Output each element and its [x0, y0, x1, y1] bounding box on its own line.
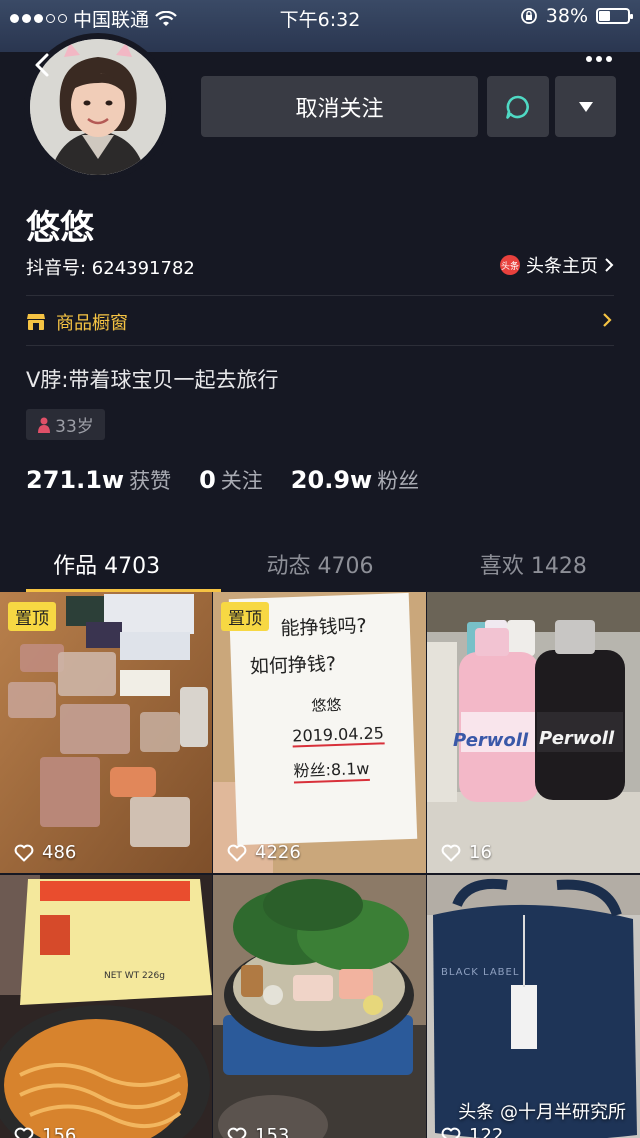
product-brand-label: Perwoll: [453, 730, 529, 751]
video-likes-count: 122: [469, 1125, 504, 1138]
age-text: 33岁: [55, 417, 94, 437]
video-likes-count: 4226: [255, 842, 301, 863]
video-likes: 122: [441, 1125, 503, 1138]
product-brand-label: Perwoll: [539, 728, 615, 749]
back-icon[interactable]: [28, 50, 58, 80]
female-icon: [38, 417, 51, 433]
triangle-down-icon: [578, 101, 593, 112]
video-likes-count: 153: [255, 1125, 290, 1138]
video-likes-count: 16: [469, 842, 492, 863]
more-options-icon[interactable]: [586, 56, 612, 62]
message-button[interactable]: [487, 76, 549, 137]
stats-row: 271.1w 获赞 0 关注 20.9w 粉丝: [26, 465, 447, 495]
note-line: 悠悠: [310, 695, 342, 715]
toutiao-link-label: 头条主页: [526, 256, 598, 277]
watermark-text: 头条 @十月半研究所: [458, 1102, 626, 1123]
followers-label[interactable]: 粉丝: [377, 465, 419, 495]
age-tag: 33岁: [26, 409, 105, 440]
tab-moments[interactable]: 动态 4706: [213, 540, 426, 592]
package-label: NET WT 226g: [104, 971, 165, 981]
video-likes-count: 486: [42, 842, 77, 863]
video-likes: 16: [441, 842, 492, 863]
recommend-dropdown-button[interactable]: [555, 76, 616, 137]
chevron-right-icon: [605, 258, 614, 272]
video-cover-image: [0, 592, 212, 873]
status-bar: 中国联通 下午6:32 38%: [0, 0, 640, 34]
heart-icon: [227, 844, 247, 861]
heart-icon: [227, 1127, 247, 1138]
product-showcase-row[interactable]: 商品橱窗: [26, 300, 614, 344]
video-cover-image: [213, 875, 426, 1138]
note-line: 能挣钱吗?: [280, 614, 368, 640]
shop-icon: [27, 314, 45, 330]
note-line: 如何挣钱?: [249, 652, 337, 678]
video-thumbnail[interactable]: 153: [213, 875, 426, 1138]
battery-icon: [596, 8, 633, 24]
video-likes: 153: [227, 1125, 289, 1138]
following-count[interactable]: 0: [199, 466, 216, 494]
divider: [26, 345, 614, 346]
chevron-right-icon: [603, 313, 612, 327]
video-thumbnail[interactable]: Perwoll Perwoll 16: [427, 592, 640, 873]
handwritten-note: 能挣钱吗? 如何挣钱? 悠悠 2019.04.25 粉丝:8.1w: [248, 609, 424, 785]
heart-icon: [14, 844, 34, 861]
heart-icon: [441, 1127, 461, 1138]
heart-icon: [441, 844, 461, 861]
divider: [26, 295, 614, 296]
tab-likes[interactable]: 喜欢 1428: [427, 540, 640, 592]
unfollow-button[interactable]: 取消关注: [201, 76, 478, 137]
profile-bio: V脖:带着球宝贝一起去旅行: [26, 368, 279, 392]
chat-bubble-icon: [506, 95, 529, 119]
pinned-badge: 置顶: [8, 602, 56, 631]
heart-icon: [14, 1127, 34, 1138]
likes-count: 271.1w: [26, 466, 125, 494]
video-thumbnail[interactable]: NET WT 226g 156: [0, 875, 212, 1138]
profile-nickname: 悠悠: [26, 208, 94, 248]
douyin-id: 抖音号: 624391782: [26, 258, 195, 279]
video-grid: 置顶 486 能挣钱吗? 如何挣钱? 悠悠 2019.04.25 粉丝:8.1w: [0, 592, 640, 1138]
note-line: 粉丝:8.1w: [293, 754, 370, 784]
video-thumbnail[interactable]: 置顶 486: [0, 592, 212, 873]
following-label[interactable]: 关注: [221, 465, 263, 495]
rotation-lock-icon: [520, 8, 537, 24]
tab-works[interactable]: 作品 4703: [0, 540, 213, 592]
profile-screen: 中国联通 下午6:32 38% 取消关注 悠悠 抖音号: 624391782 头…: [0, 0, 640, 1138]
video-thumbnail[interactable]: 能挣钱吗? 如何挣钱? 悠悠 2019.04.25 粉丝:8.1w 置顶 422…: [213, 592, 426, 873]
likes-label: 获赞: [129, 469, 172, 493]
toutiao-logo-icon: 头条: [500, 255, 520, 275]
bag-label: BLACK LABEL: [441, 967, 520, 978]
product-showcase-label: 商品橱窗: [56, 313, 128, 334]
video-cover-image: [0, 875, 212, 1138]
note-line: 2019.04.25: [292, 723, 385, 748]
video-likes: 486: [14, 842, 76, 863]
video-likes: 156: [14, 1125, 76, 1138]
video-likes-count: 156: [42, 1125, 77, 1138]
video-likes: 4226: [227, 842, 301, 863]
followers-count[interactable]: 20.9w: [291, 466, 372, 494]
profile-tabs: 作品 4703 动态 4706 喜欢 1428: [0, 540, 640, 592]
toutiao-homepage-link[interactable]: 头条 头条主页: [500, 252, 614, 278]
pinned-badge: 置顶: [221, 602, 269, 631]
battery-percent: 38%: [545, 5, 588, 27]
